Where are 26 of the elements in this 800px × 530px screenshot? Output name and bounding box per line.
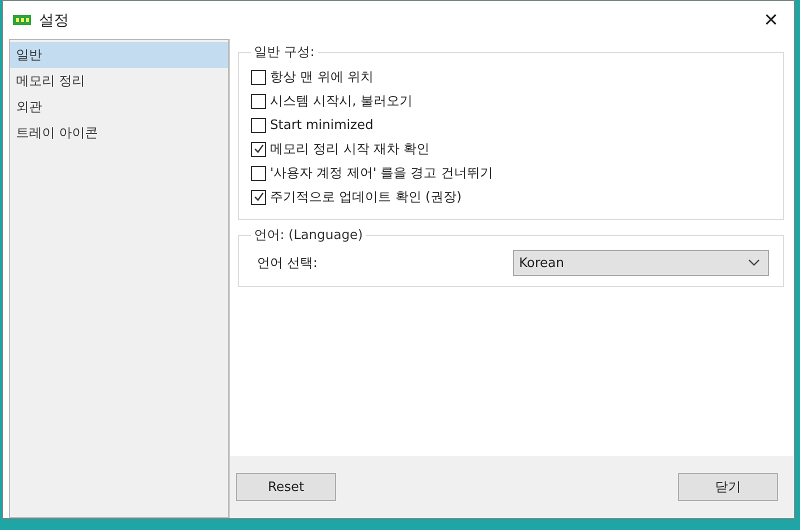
sidebar-item[interactable]: 트레이 아이콘 [10, 120, 228, 146]
option-label: '사용자 계정 제어' 를을 경고 건너뛰기 [270, 165, 493, 182]
option-label: 항상 맨 위에 위치 [270, 69, 374, 86]
option-label: 주기적으로 업데이트 확인 (권장) [270, 189, 462, 206]
checkbox[interactable] [251, 190, 266, 204]
sidebar-item[interactable]: 외관 [10, 94, 228, 120]
option-label: 메모리 정리 시작 재차 확인 [270, 141, 430, 158]
option-label: Start minimized [270, 118, 374, 132]
reset-button[interactable]: Reset [236, 473, 336, 501]
group-title: 일반 구성: [253, 44, 316, 61]
window-title: 설정 [39, 10, 69, 30]
checkbox[interactable] [251, 118, 266, 132]
option-label: 시스템 시작시, 불러오기 [270, 93, 412, 110]
close-dialog-button[interactable]: 닫기 [678, 473, 778, 501]
checkbox[interactable] [251, 94, 266, 108]
checkbox[interactable] [251, 142, 266, 156]
language-label: 언어 선택: [257, 255, 318, 272]
sidebar-item[interactable]: 메모리 정리 [10, 68, 228, 94]
chevron-down-icon [748, 259, 760, 267]
close-button[interactable]: ✕ [748, 1, 794, 39]
checkbox[interactable] [251, 70, 266, 84]
sidebar-item[interactable]: 일반 [10, 42, 228, 68]
checkbox[interactable] [251, 166, 266, 180]
language-dropdown[interactable]: Korean [513, 250, 769, 276]
group-title: 언어: (Language) [253, 227, 364, 244]
app-icon [13, 15, 31, 25]
